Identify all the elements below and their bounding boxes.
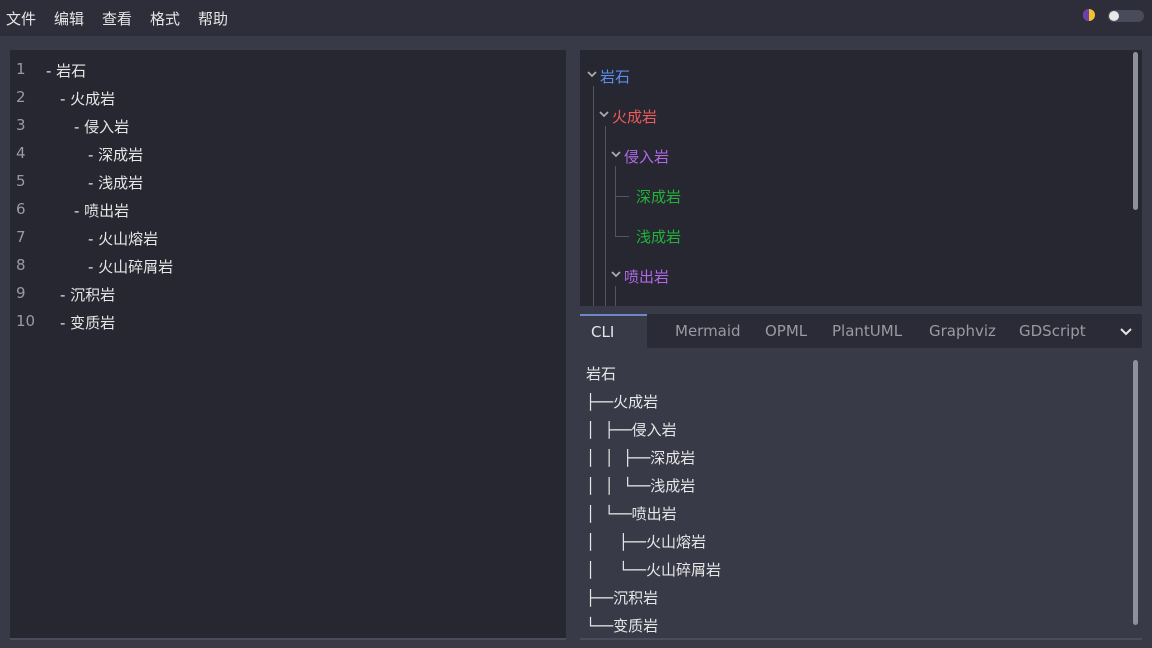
- editor-line: 5 - 浅成岩: [10, 168, 566, 196]
- line-number: 9: [16, 284, 26, 302]
- line-text: - 岩石: [46, 62, 87, 80]
- line-text: - 浅成岩: [88, 174, 144, 192]
- format-tabs: CLI Tree Mermaid OPML PlantUML Graphviz …: [580, 314, 1142, 373]
- editor-line: 2 - 火成岩: [10, 84, 566, 112]
- editor-line: 7 - 火山熔岩: [10, 224, 566, 252]
- line-number: 10: [16, 312, 36, 330]
- tab-opml[interactable]: OPML: [765, 314, 807, 348]
- line-number: 5: [16, 172, 26, 190]
- tree-guide: [593, 86, 594, 306]
- tree-guide: [605, 126, 606, 306]
- tree-node-label: 浅成岩: [636, 228, 682, 246]
- line-number: 3: [16, 116, 26, 134]
- menu-edit[interactable]: 编辑: [54, 8, 84, 29]
- line-number: 4: [16, 144, 26, 162]
- line-text: - 变质岩: [60, 314, 116, 332]
- line-text: - 沉积岩: [60, 286, 116, 304]
- menu-format[interactable]: 格式: [150, 8, 180, 29]
- tab-graphviz[interactable]: Graphviz: [929, 314, 996, 348]
- menu-file[interactable]: 文件: [6, 8, 36, 29]
- output-line: 岩石: [586, 365, 617, 383]
- line-number: 1: [16, 60, 26, 78]
- menu-view[interactable]: 查看: [102, 8, 132, 29]
- tree-node-label: 喷出岩: [624, 268, 670, 286]
- line-text: - 火山碎屑岩: [88, 258, 174, 276]
- theme-toggle[interactable]: [1108, 10, 1144, 22]
- editor-line: 8 - 火山碎屑岩: [10, 252, 566, 280]
- markdown-editor[interactable]: 1 - 岩石 2 - 火成岩 3 - 侵入岩 4 - 深成岩 5 - 浅成岩 6…: [10, 50, 566, 640]
- output-scrollbar[interactable]: [1133, 360, 1138, 625]
- menu-bar: 文件 编辑 查看 格式 帮助: [0, 0, 1152, 36]
- output-line: ├──沉积岩: [586, 589, 659, 607]
- tree-preview[interactable]: 岩石 火成岩 侵入岩 深成岩 浅成岩 喷出岩: [580, 50, 1142, 306]
- tab-plantuml[interactable]: PlantUML: [832, 314, 902, 348]
- output-line: │ │ └──浅成岩: [586, 477, 696, 495]
- line-number: 8: [16, 256, 26, 274]
- line-text: - 深成岩: [88, 146, 144, 164]
- editor-line: 9 - 沉积岩: [10, 280, 566, 308]
- output-line: │ ├──火山熔岩: [586, 533, 706, 551]
- tab-mermaid[interactable]: Mermaid: [675, 314, 741, 348]
- chevron-down-icon[interactable]: [598, 108, 610, 120]
- tree-guide: [615, 236, 629, 237]
- chevron-down-icon[interactable]: [610, 148, 622, 160]
- tree-guide: [615, 286, 616, 306]
- output-line: │ └──火山碎屑岩: [586, 561, 721, 579]
- editor-line: 1 - 岩石: [10, 56, 566, 84]
- tree-node-label: 岩石: [600, 68, 631, 86]
- editor-line: 10 - 变质岩: [10, 308, 566, 336]
- output-line: ├──火成岩: [586, 393, 659, 411]
- tree-node-label: 侵入岩: [624, 148, 670, 166]
- editor-line: 4 - 深成岩: [10, 140, 566, 168]
- chevron-down-icon[interactable]: [1118, 318, 1134, 344]
- cli-tree-output[interactable]: 岩石 ├──火成岩 │ ├──侵入岩 │ │ ├──深成岩 │ │ └──浅成岩…: [580, 352, 1142, 640]
- line-number: 7: [16, 228, 26, 246]
- toggle-knob: [1109, 11, 1119, 21]
- theme-icon[interactable]: [1082, 8, 1096, 22]
- tree-node-label: 火成岩: [612, 108, 658, 126]
- output-line: │ └──喷出岩: [586, 505, 677, 523]
- line-text: - 火山熔岩: [88, 230, 159, 248]
- tree-guide: [615, 196, 629, 197]
- line-text: - 火成岩: [60, 90, 116, 108]
- line-text: - 侵入岩: [74, 118, 130, 136]
- line-number: 2: [16, 88, 26, 106]
- chevron-down-icon[interactable]: [586, 68, 598, 80]
- tab-cli-tree[interactable]: CLI Tree: [580, 314, 647, 373]
- chevron-down-icon[interactable]: [610, 268, 622, 280]
- output-line: └──变质岩: [586, 617, 659, 635]
- output-line: │ │ ├──深成岩: [586, 449, 696, 467]
- editor-line: 3 - 侵入岩: [10, 112, 566, 140]
- menu-help[interactable]: 帮助: [198, 8, 228, 29]
- tree-node-label: 深成岩: [636, 188, 682, 206]
- preview-scrollbar[interactable]: [1133, 52, 1138, 210]
- tree-guide: [615, 166, 616, 236]
- line-number: 6: [16, 200, 26, 218]
- line-text: - 喷出岩: [74, 202, 130, 220]
- output-line: │ ├──侵入岩: [586, 421, 677, 439]
- editor-line: 6 - 喷出岩: [10, 196, 566, 224]
- tab-gdscript[interactable]: GDScript: [1019, 314, 1086, 348]
